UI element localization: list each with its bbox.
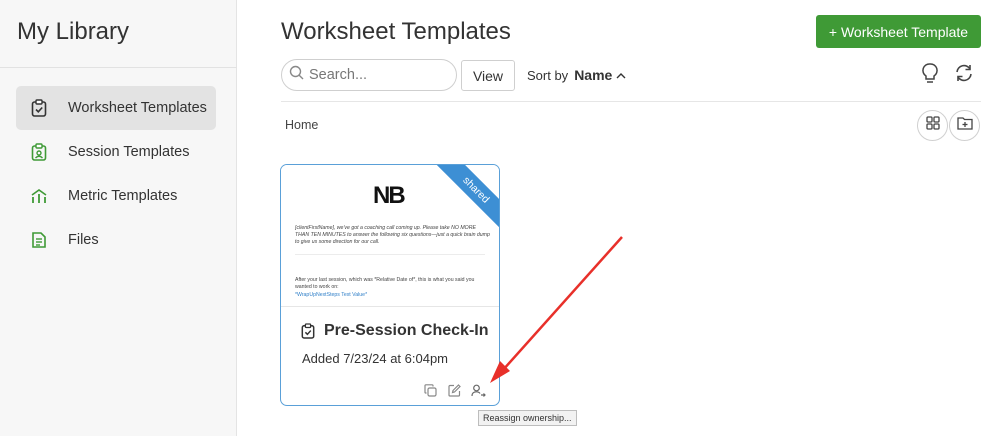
template-card[interactable]: NB shared [clientFirstName], we've got a…	[280, 164, 500, 406]
new-folder-button[interactable]	[949, 110, 980, 141]
chart-up-icon	[30, 187, 48, 205]
nb-logo: NB	[373, 182, 406, 209]
card-title-row[interactable]: Pre-Session Check-In	[301, 322, 489, 340]
search-icon	[289, 65, 304, 85]
sidebar-nav: Worksheet Templates Session Templates Me…	[16, 86, 216, 262]
duplicate-icon[interactable]	[422, 382, 438, 398]
sidebar-item-metric-templates[interactable]: Metric Templates	[16, 174, 216, 218]
sidebar-item-label: Worksheet Templates	[68, 100, 207, 116]
toolbar-divider	[281, 101, 981, 102]
grid-view-button[interactable]	[917, 110, 948, 141]
folder-plus-icon	[956, 116, 973, 135]
view-button[interactable]: View	[461, 60, 515, 91]
sidebar-item-label: Files	[68, 232, 99, 248]
sort-prefix: Sort by	[527, 67, 569, 83]
sort-control[interactable]: Sort by Name	[527, 67, 626, 83]
card-added-date: Added 7/23/24 at 6:04pm	[302, 351, 449, 366]
sidebar-item-session-templates[interactable]: Session Templates	[16, 130, 216, 174]
page-title: Worksheet Templates	[281, 18, 511, 45]
sidebar-item-label: Metric Templates	[68, 188, 178, 204]
add-worksheet-template-button[interactable]: + Worksheet Template	[816, 15, 981, 48]
sidebar: My Library Worksheet Templates Session T…	[0, 0, 237, 436]
search-input[interactable]	[309, 67, 449, 83]
refresh-icon[interactable]	[952, 61, 976, 85]
search-box[interactable]	[281, 59, 457, 91]
card-title: Pre-Session Check-In	[324, 322, 489, 339]
template-preview[interactable]: NB shared [clientFirstName], we've got a…	[281, 165, 499, 307]
preview-divider	[295, 254, 485, 255]
lightbulb-icon[interactable]	[918, 61, 942, 85]
chevron-up-icon	[616, 68, 626, 83]
sidebar-title: My Library	[17, 18, 130, 45]
reassign-ownership-tooltip: Reassign ownership...	[478, 410, 577, 426]
sidebar-item-files[interactable]: Files	[16, 218, 216, 262]
preview-paragraph: [clientFirstName], we've got a coaching …	[295, 225, 490, 245]
edit-icon[interactable]	[446, 382, 462, 398]
preview-paragraph: After your last session, which was *Rela…	[295, 277, 475, 290]
sidebar-divider	[0, 67, 237, 68]
file-icon	[30, 231, 48, 249]
preview-link: *WrapUpNextSteps Text Value*	[295, 292, 368, 298]
breadcrumb[interactable]: Home	[285, 118, 318, 132]
clipboard-doc-icon	[30, 143, 48, 161]
clipboard-check-icon	[301, 323, 315, 339]
sort-value: Name	[574, 67, 613, 83]
sidebar-item-label: Session Templates	[68, 144, 190, 160]
card-actions	[422, 382, 494, 398]
grid-icon	[925, 116, 940, 135]
clipboard-check-icon	[30, 99, 48, 117]
reassign-owner-icon[interactable]	[470, 382, 486, 398]
sidebar-item-worksheet-templates[interactable]: Worksheet Templates	[16, 86, 216, 130]
